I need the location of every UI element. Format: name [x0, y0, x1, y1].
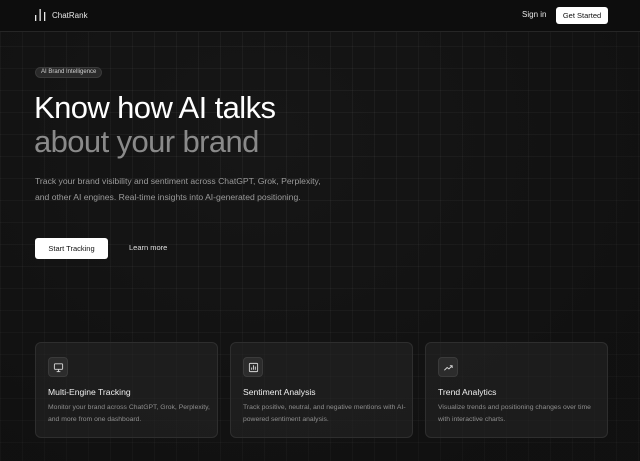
hero-subtitle: Track your brand visibility and sentimen…	[35, 176, 321, 202]
feature-card-trend: Trend Analytics Visualize trends and pos…	[425, 342, 608, 438]
feature-card-multi-engine: Multi-Engine Tracking Monitor your brand…	[35, 342, 218, 438]
feature-description: Visualize trends and positioning changes…	[438, 404, 591, 423]
start-tracking-button[interactable]: Start Tracking	[35, 238, 108, 259]
feature-description: Track positive, neutral, and negative me…	[243, 404, 406, 423]
hero-title-line2: about your brand	[34, 124, 259, 159]
feature-title: Sentiment Analysis	[243, 387, 316, 397]
feature-title: Trend Analytics	[438, 387, 497, 397]
trend-up-icon	[438, 357, 458, 377]
feature-card-sentiment: Sentiment Analysis Track positive, neutr…	[230, 342, 413, 438]
monitor-icon	[48, 357, 68, 377]
feature-title: Multi-Engine Tracking	[48, 387, 131, 397]
get-started-button[interactable]: Get Started	[556, 7, 608, 24]
learn-more-link[interactable]: Learn more	[129, 243, 167, 252]
brand-name: ChatRank	[52, 10, 88, 20]
hero-title: Know how AI talks about your brand	[34, 90, 276, 159]
hero-badge: AI Brand Intelligence	[35, 67, 103, 78]
bar-chart-icon	[243, 357, 263, 377]
signin-link[interactable]: Sign in	[522, 10, 546, 19]
bar-chart-icon	[35, 9, 46, 21]
brand-logo[interactable]: ChatRank	[35, 9, 88, 21]
hero-title-line1: Know how AI talks	[34, 90, 276, 125]
landing-page: ChatRank Sign in Get Started AI Brand In…	[0, 0, 640, 461]
top-nav: ChatRank Sign in Get Started	[0, 0, 640, 32]
feature-description: Monitor your brand across ChatGPT, Grok,…	[48, 404, 210, 423]
hero-section: AI Brand Intelligence Know how AI talks …	[0, 0, 640, 461]
